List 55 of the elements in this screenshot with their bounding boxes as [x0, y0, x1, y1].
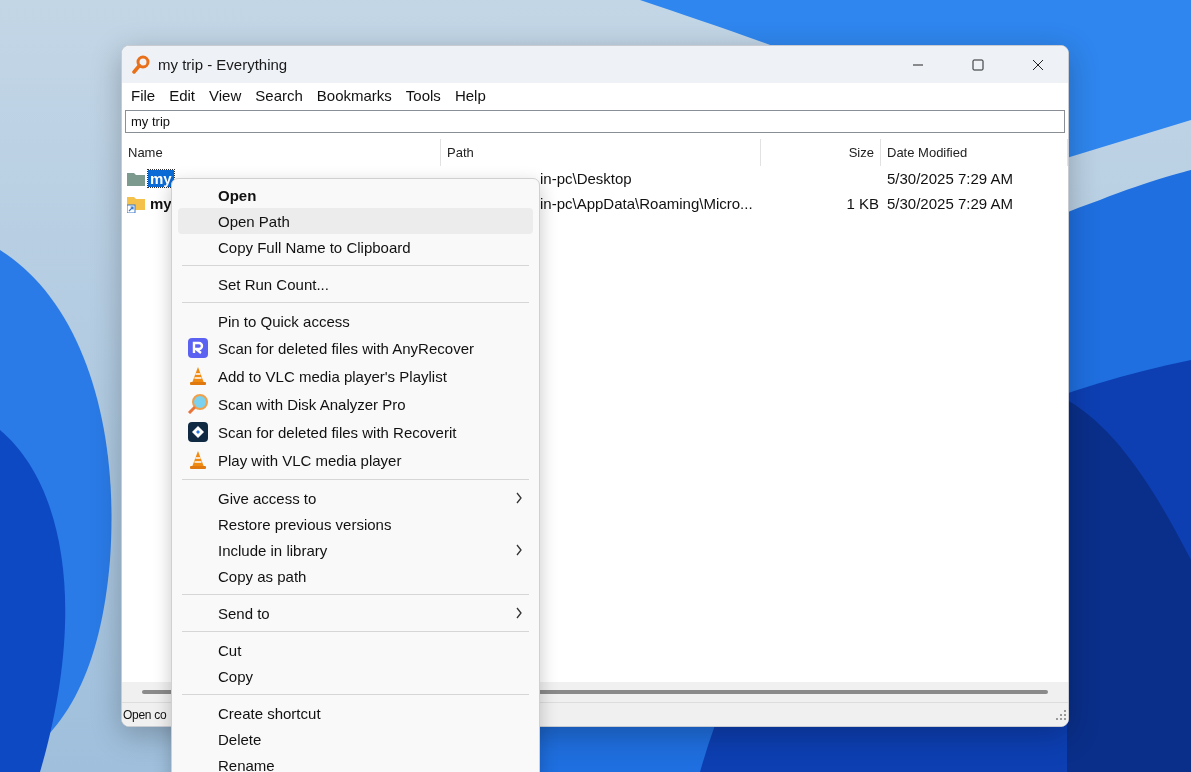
- search-field[interactable]: my trip: [125, 110, 1065, 133]
- menu-entry[interactable]: Copy as path: [178, 563, 533, 589]
- menu-entry[interactable]: Scan for deleted files with AnyRecover: [178, 334, 533, 362]
- path-cell-text: in-pc\AppData\Roaming\Micro...: [539, 195, 754, 212]
- folder-shortcut-icon: [127, 194, 145, 213]
- column-header[interactable]: Size: [761, 139, 881, 166]
- menu-item[interactable]: Edit: [162, 83, 203, 108]
- file-name[interactable]: my: [148, 170, 174, 187]
- close-icon: [1032, 58, 1044, 71]
- magnifier-icon: [187, 394, 209, 414]
- menu-entry[interactable]: Open Path: [178, 208, 533, 234]
- status-text: Open co: [123, 707, 167, 722]
- app-tile-icon: [188, 338, 208, 358]
- menu-entry[interactable]: Send to: [178, 600, 533, 626]
- menu-entry[interactable]: Copy: [178, 663, 533, 689]
- menu-entry[interactable]: Include in library: [178, 537, 533, 563]
- traffic-cone-icon: [189, 450, 207, 470]
- menu-entry[interactable]: Cut: [178, 637, 533, 663]
- app-tile-icon: [188, 422, 208, 442]
- menu-entry[interactable]: Scan with Disk Analyzer Pro: [178, 390, 533, 418]
- column-header[interactable]: Path: [441, 139, 761, 166]
- file-name[interactable]: my: [148, 195, 174, 212]
- date-cell-text: 5/30/2025 7:29 AM: [886, 195, 1014, 212]
- column-header[interactable]: Date Modified: [881, 139, 1068, 166]
- chevron-right-icon: [515, 544, 523, 556]
- menu-entry[interactable]: Play with VLC media player: [178, 446, 533, 474]
- date-cell-text: 5/30/2025 7:29 AM: [886, 170, 1014, 187]
- menu-entry[interactable]: Add to VLC media player's Playlist: [178, 362, 533, 390]
- column-header[interactable]: Name: [122, 139, 441, 166]
- menu-entry[interactable]: Open: [178, 182, 533, 208]
- size-cell-text: 1 KB: [845, 195, 880, 212]
- menu-entry[interactable]: Restore previous versions: [178, 511, 533, 537]
- menu-entry[interactable]: Pin to Quick access: [178, 308, 533, 334]
- menu-item[interactable]: Tools: [398, 83, 448, 108]
- menu-entry[interactable]: Create shortcut: [178, 700, 533, 726]
- menu-entry[interactable]: Give access to: [178, 485, 533, 511]
- folder-icon: [127, 170, 145, 187]
- menu-item[interactable]: Search: [248, 83, 310, 108]
- maximize-icon: [972, 58, 984, 71]
- menu-item[interactable]: View: [202, 83, 249, 108]
- traffic-cone-icon: [189, 366, 207, 386]
- menu-entry[interactable]: Copy Full Name to Clipboard: [178, 234, 533, 260]
- menu-entry[interactable]: Rename: [178, 752, 533, 772]
- menu-entry[interactable]: Set Run Count...: [178, 271, 533, 297]
- chevron-right-icon: [515, 607, 523, 619]
- menu-entry[interactable]: Scan for deleted files with Recoverit: [178, 418, 533, 446]
- menu-item[interactable]: Bookmarks: [309, 83, 399, 108]
- chevron-right-icon: [515, 492, 523, 504]
- menu-item[interactable]: File: [124, 83, 163, 108]
- window-title: my trip - Everything: [158, 56, 289, 73]
- magnifier-icon: [132, 54, 150, 75]
- path-cell-text: in-pc\Desktop: [539, 170, 633, 187]
- resize-grip-icon[interactable]: [1056, 709, 1066, 720]
- menu-item[interactable]: Help: [447, 83, 493, 108]
- menu-entry[interactable]: Delete: [178, 726, 533, 752]
